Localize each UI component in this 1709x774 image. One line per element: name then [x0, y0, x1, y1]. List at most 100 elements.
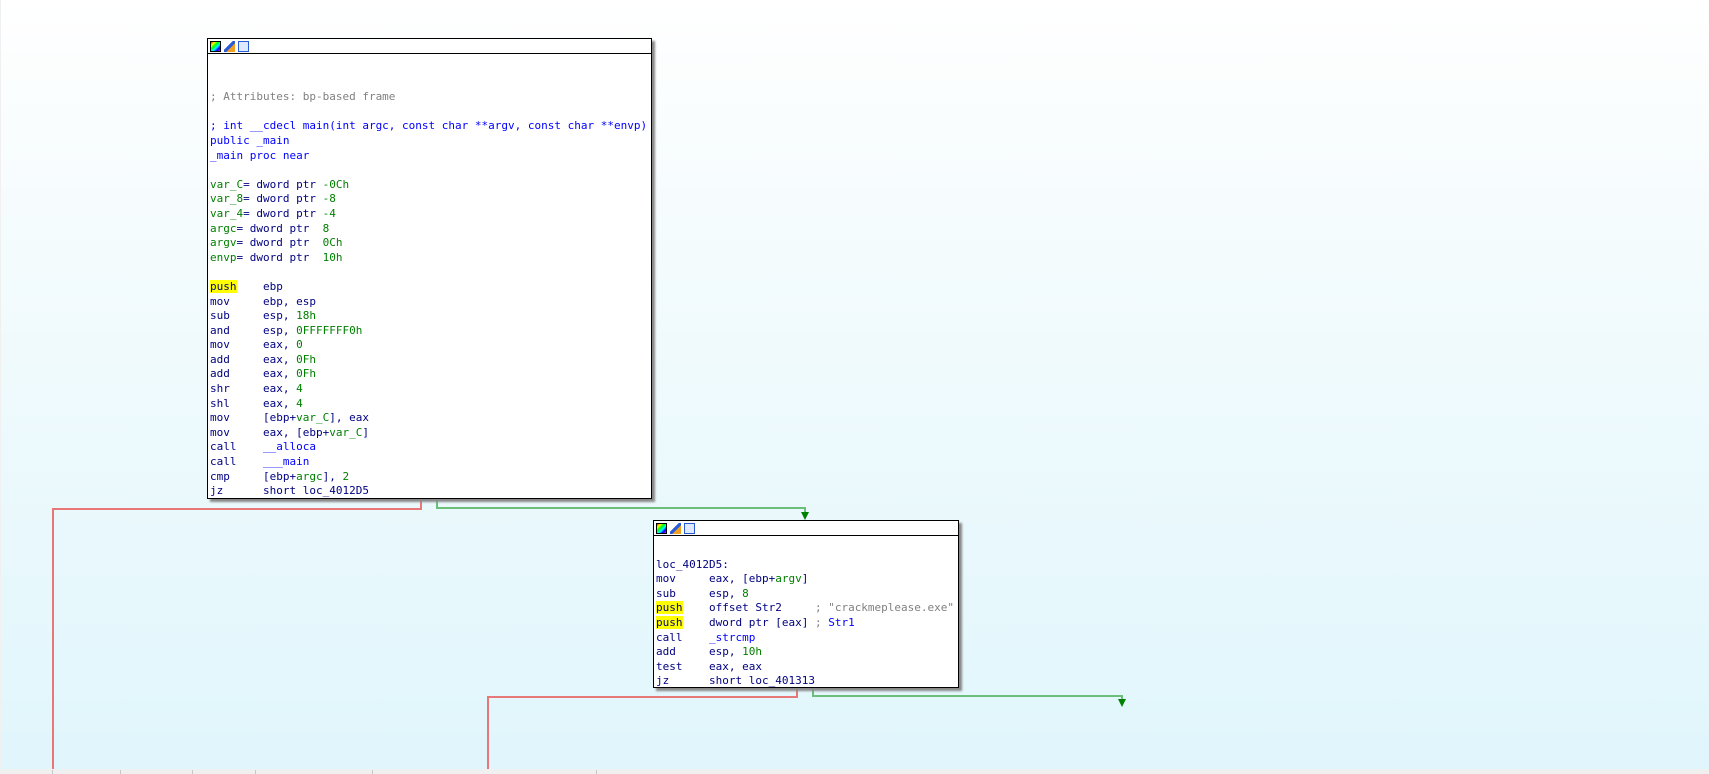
code-line[interactable]: var_8= dword ptr -8 [210, 192, 651, 207]
mnemonic[interactable]: mov [210, 426, 230, 439]
graph-icon[interactable] [684, 522, 695, 534]
mnemonic[interactable]: mov [210, 338, 230, 351]
operand[interactable]: short loc_4012D5 [223, 484, 369, 497]
number[interactable]: 4 [296, 397, 303, 410]
operand[interactable]: = dword ptr [237, 236, 323, 249]
code-line[interactable] [656, 543, 958, 558]
code-line[interactable] [210, 61, 651, 76]
comment[interactable]: ; Attributes: bp-based frame [210, 90, 395, 103]
code-line[interactable]: add eax, 0Fh [210, 367, 651, 382]
variable[interactable]: argv [775, 572, 802, 585]
code-line[interactable]: sub esp, 18h [210, 309, 651, 324]
operand[interactable]: ebp [237, 280, 283, 293]
mnemonic[interactable]: and [210, 324, 230, 337]
operand[interactable]: = dword ptr [243, 192, 322, 205]
mnemonic-highlighted[interactable]: push [656, 615, 683, 629]
code-line[interactable]: var_4= dword ptr -4 [210, 207, 651, 222]
symbol[interactable]: __alloca [237, 440, 316, 453]
mnemonic-highlighted[interactable]: push [656, 601, 683, 615]
number[interactable]: 0Ch [323, 236, 343, 249]
mnemonic[interactable]: shr [210, 382, 230, 395]
operand[interactable]: eax, [230, 397, 296, 410]
number[interactable]: 10h [742, 645, 762, 658]
number[interactable]: 8 [323, 222, 330, 235]
mnemonic[interactable]: test [656, 660, 683, 673]
mnemonic[interactable]: sub [656, 587, 676, 600]
code-block-loc-4012d5[interactable]: loc_4012D5: mov eax, [ebp+argv] sub esp, 8… [653, 520, 959, 688]
symbol[interactable]: ; int __cdecl main(int argc, const char … [210, 119, 647, 132]
code-line[interactable]: call _strcmp [656, 631, 958, 646]
code-line[interactable]: jz short loc_401313 [656, 674, 958, 689]
code-block-main[interactable]: ; Attributes: bp-based frame ; int __cdec… [207, 38, 652, 499]
operand[interactable]: ] [802, 572, 809, 585]
operand[interactable]: = dword ptr [243, 178, 322, 191]
symbol[interactable]: _strcmp [683, 631, 755, 644]
edit-icon[interactable] [670, 522, 681, 534]
comment[interactable]: ; [815, 616, 828, 629]
graph-icon[interactable] [238, 40, 249, 52]
mnemonic[interactable]: call [656, 631, 683, 644]
operand[interactable]: eax, [230, 367, 296, 380]
code-line[interactable]: argv= dword ptr 0Ch [210, 236, 651, 251]
operand[interactable]: ] [362, 426, 369, 439]
graph-view-canvas[interactable]: ; Attributes: bp-based frame ; int __cdec… [1, 0, 1709, 769]
code-line[interactable]: ; int __cdecl main(int argc, const char … [210, 119, 651, 134]
operand[interactable]: dword ptr [eax] [683, 616, 815, 629]
code-line[interactable] [210, 105, 651, 120]
number[interactable]: -4 [323, 207, 336, 220]
number[interactable]: 0Fh [296, 367, 316, 380]
code-line[interactable]: cmp [ebp+argc], 2 [210, 470, 651, 485]
variable[interactable]: var_C [329, 426, 362, 439]
mnemonic[interactable]: cmp [210, 470, 230, 483]
code-line[interactable]: mov eax, [ebp+var_C] [210, 426, 651, 441]
code-line[interactable]: mov [ebp+var_C], eax [210, 411, 651, 426]
number[interactable]: 10h [323, 251, 343, 264]
operand[interactable]: esp, [230, 309, 296, 322]
operand[interactable]: short loc_401313 [669, 674, 815, 687]
mnemonic[interactable]: jz [210, 484, 223, 497]
mnemonic[interactable]: add [210, 353, 230, 366]
code-line[interactable]: public _main [210, 134, 651, 149]
disassembly-listing[interactable]: ; Attributes: bp-based frame ; int __cdec… [208, 54, 651, 499]
operand[interactable]: esp, [676, 587, 742, 600]
operand[interactable]: eax, [230, 338, 296, 351]
mnemonic[interactable]: add [210, 367, 230, 380]
symbol[interactable]: Str1 [828, 616, 855, 629]
code-line[interactable]: shl eax, 4 [210, 397, 651, 412]
operand[interactable]: loc_4012D5: [656, 558, 729, 571]
operand[interactable]: esp, [230, 324, 296, 337]
variable[interactable]: var_4 [210, 207, 243, 220]
operand[interactable]: eax, [ebp+ [676, 572, 775, 585]
mnemonic[interactable]: mov [210, 295, 230, 308]
variable[interactable]: argv [210, 236, 237, 249]
mnemonic[interactable]: mov [656, 572, 676, 585]
code-line[interactable]: envp= dword ptr 10h [210, 251, 651, 266]
code-line[interactable]: call __alloca [210, 440, 651, 455]
code-line[interactable]: argc= dword ptr 8 [210, 222, 651, 237]
code-line[interactable]: mov ebp, esp [210, 295, 651, 310]
code-line[interactable] [210, 265, 651, 280]
comment[interactable]: ; "crackmeplease.exe" [815, 601, 954, 614]
mnemonic-highlighted[interactable]: push [210, 279, 237, 293]
symbol[interactable]: _main proc near [210, 149, 309, 162]
mnemonic[interactable]: add [656, 645, 676, 658]
variable[interactable]: argc [210, 222, 237, 235]
operand[interactable]: eax, [230, 353, 296, 366]
number[interactable]: 0 [296, 338, 303, 351]
operand[interactable]: ], [323, 470, 343, 483]
code-line[interactable]: sub esp, 8 [656, 587, 958, 602]
code-line[interactable] [210, 76, 651, 91]
variable[interactable]: envp [210, 251, 237, 264]
symbol[interactable]: public _main [210, 134, 289, 147]
operand[interactable]: = dword ptr [237, 251, 323, 264]
code-line[interactable]: push offset Str2 ; "crackmeplease.exe" [656, 601, 958, 616]
color-icon[interactable] [656, 522, 667, 534]
operand[interactable]: [ebp+ [230, 411, 296, 424]
number[interactable]: -0Ch [323, 178, 350, 191]
variable[interactable]: var_C [210, 178, 243, 191]
operand[interactable]: offset Str2 [683, 601, 815, 614]
symbol[interactable]: ___main [237, 455, 309, 468]
mnemonic[interactable]: mov [210, 411, 230, 424]
code-line[interactable]: add eax, 0Fh [210, 353, 651, 368]
operand[interactable]: eax, eax [683, 660, 762, 673]
